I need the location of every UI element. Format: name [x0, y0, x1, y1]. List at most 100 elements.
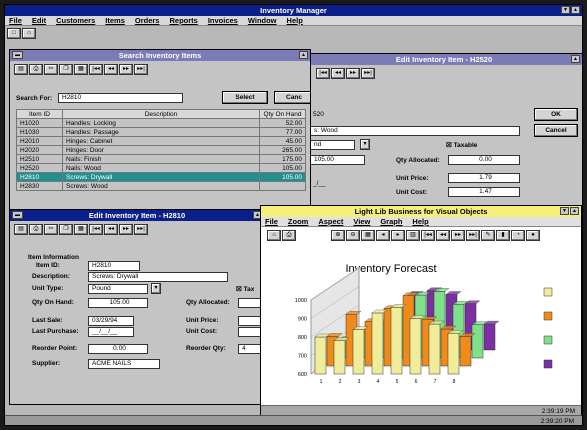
graph-status-time: 2:39:19 PM — [541, 408, 575, 415]
description-field[interactable]: Screws: Drywall — [88, 272, 228, 282]
graph-menu-help[interactable]: Help — [412, 217, 428, 226]
table-row[interactable]: H2010 Hinges: Cabinet 45.00 — [16, 136, 306, 146]
system-menu-icon[interactable]: ▬ — [12, 51, 23, 59]
minimize-icon[interactable]: ▼ — [561, 6, 570, 14]
new-icon[interactable]: □ — [7, 28, 21, 39]
print-icon[interactable]: ⎙ — [29, 224, 43, 235]
next-record-icon[interactable]: ▸▸ — [451, 230, 465, 241]
last-record-icon[interactable]: ▸▸| — [466, 230, 480, 241]
graph-menu-aspect[interactable]: Aspect — [318, 217, 343, 226]
color-icon[interactable]: ● — [526, 230, 540, 241]
unit-type-field[interactable]: Pound — [88, 284, 148, 294]
cancel-button[interactable]: Canc — [274, 91, 310, 104]
paste-icon[interactable]: ▦ — [74, 64, 88, 75]
qty-on-hand-field[interactable]: 105.00 — [310, 155, 365, 165]
open-icon[interactable]: ⌂ — [267, 230, 281, 241]
zoom-in-icon[interactable]: ⊕ — [331, 230, 345, 241]
last-record-icon[interactable]: ▸▸| — [361, 68, 375, 79]
item-id-field[interactable]: 520 — [310, 111, 365, 121]
first-record-icon[interactable]: |◂◂ — [89, 64, 103, 75]
description-field[interactable]: s: Wood — [310, 126, 520, 136]
last-record-icon[interactable]: ▸▸| — [134, 224, 148, 235]
graph-menu-graph[interactable]: Graph — [380, 217, 402, 226]
bars-icon[interactable]: ▮ — [496, 230, 510, 241]
table-row[interactable]: H1020 Handles: Locking 52.00 — [16, 118, 306, 128]
paste-icon[interactable]: ▦ — [74, 224, 88, 235]
next-record-icon[interactable]: ▸▸ — [119, 224, 133, 235]
print-icon[interactable]: ⎙ — [29, 64, 43, 75]
prev-record-icon[interactable]: ◂◂ — [104, 224, 118, 235]
table-row[interactable]: H2520 Nails: Wood 105.00 — [16, 163, 306, 173]
cancel-button[interactable]: Cancel — [534, 124, 578, 137]
graph-menu-view[interactable]: View — [353, 217, 370, 226]
prev-record-icon[interactable]: ◂◂ — [104, 64, 118, 75]
palette-icon[interactable]: ✎ — [481, 230, 495, 241]
app-menu-invoices[interactable]: Invoices — [208, 16, 238, 25]
col-item-id[interactable]: Item ID — [16, 109, 63, 119]
unit-price-field[interactable]: 1.79 — [448, 173, 520, 183]
maximize-icon[interactable]: ▲ — [299, 51, 308, 59]
copy-icon[interactable]: ❐ — [59, 224, 73, 235]
taxable-checkbox[interactable]: ☒ Taxable — [446, 141, 477, 149]
maximize-icon[interactable]: ▲ — [571, 6, 580, 14]
app-menu-customers[interactable]: Customers — [56, 16, 95, 25]
table-row[interactable]: H2830 Screws: Wood — [16, 181, 306, 191]
app-menu-edit[interactable]: Edit — [32, 16, 46, 25]
maximize-icon[interactable]: ▲ — [570, 207, 579, 215]
first-record-icon[interactable]: |◂◂ — [89, 224, 103, 235]
maximize-icon[interactable]: ▲ — [571, 55, 580, 63]
col-qty-on-hand[interactable]: Qty On Hand — [259, 109, 306, 119]
qty-allocated-field[interactable]: 0.00 — [448, 155, 520, 165]
table-row[interactable]: H2810 Screws: Drywall 105.00 — [16, 172, 306, 182]
dropdown-icon[interactable]: ▾ — [151, 283, 161, 294]
arrow-left-icon[interactable]: ◂ — [376, 230, 390, 241]
supplier-field[interactable]: ACME NAILS — [88, 359, 160, 369]
search-input[interactable]: H2810 — [58, 93, 183, 103]
graph-menu-zoom[interactable]: Zoom — [288, 217, 308, 226]
arrow-right-icon[interactable]: ▸ — [391, 230, 405, 241]
unit-cost-field[interactable]: 1.47 — [448, 187, 520, 197]
dropdown-icon[interactable]: ▾ — [360, 139, 370, 150]
open-icon[interactable]: ⌂ — [22, 28, 36, 39]
cut-icon[interactable]: ✂ — [44, 224, 58, 235]
print-icon[interactable]: ⎙ — [282, 230, 296, 241]
last-purchase-field[interactable]: __/__/__ — [88, 327, 134, 337]
unit-type-field[interactable]: nd — [310, 140, 355, 150]
table-row[interactable]: H2510 Nails: Finish 175.00 — [16, 154, 306, 164]
first-record-icon[interactable]: |◂◂ — [316, 68, 330, 79]
item-id-field[interactable]: H2810 — [88, 261, 140, 271]
select-button[interactable]: Select — [222, 91, 268, 104]
graph-menu-file[interactable]: File — [265, 217, 278, 226]
ok-button[interactable]: OK — [534, 108, 578, 121]
system-menu-icon[interactable]: ▬ — [12, 211, 23, 219]
save-icon[interactable]: ▤ — [14, 64, 28, 75]
last-sale-field[interactable]: 03/29/94 — [88, 316, 134, 326]
table-row[interactable]: H2020 Hinges: Door 265.00 — [16, 145, 306, 155]
last-record-icon[interactable]: ▸▸| — [134, 64, 148, 75]
app-menu-orders[interactable]: Orders — [135, 16, 160, 25]
cut-icon[interactable]: ✂ — [44, 64, 58, 75]
app-menu-items[interactable]: Items — [105, 16, 125, 25]
app-menu-help[interactable]: Help — [287, 16, 303, 25]
chart-icon[interactable]: ▥ — [406, 230, 420, 241]
app-menu-window[interactable]: Window — [248, 16, 277, 25]
prev-record-icon[interactable]: ◂◂ — [436, 230, 450, 241]
minimize-icon[interactable]: ▼ — [560, 207, 569, 215]
app-menu-reports[interactable]: Reports — [169, 16, 197, 25]
qty-on-hand-field[interactable]: 105.00 — [88, 298, 148, 308]
taxable-checkbox[interactable]: ☒ Tax — [236, 285, 254, 293]
copy-icon[interactable]: ❐ — [59, 64, 73, 75]
first-record-icon[interactable]: |◂◂ — [421, 230, 435, 241]
save-icon[interactable]: ▤ — [14, 224, 28, 235]
reorder-point-field[interactable]: 0.00 — [88, 344, 148, 354]
col-description[interactable]: Description — [62, 109, 260, 119]
pie-icon[interactable]: ◔ — [511, 230, 525, 241]
grid-icon[interactable]: ▦ — [361, 230, 375, 241]
app-menu-file[interactable]: File — [9, 16, 22, 25]
table-row[interactable]: H1030 Handles: Passage 77.00 — [16, 127, 306, 137]
next-record-icon[interactable]: ▸▸ — [346, 68, 360, 79]
last-purchase-field[interactable]: _/__ — [310, 180, 330, 190]
zoom-out-icon[interactable]: ⊖ — [346, 230, 360, 241]
next-record-icon[interactable]: ▸▸ — [119, 64, 133, 75]
prev-record-icon[interactable]: ◂◂ — [331, 68, 345, 79]
